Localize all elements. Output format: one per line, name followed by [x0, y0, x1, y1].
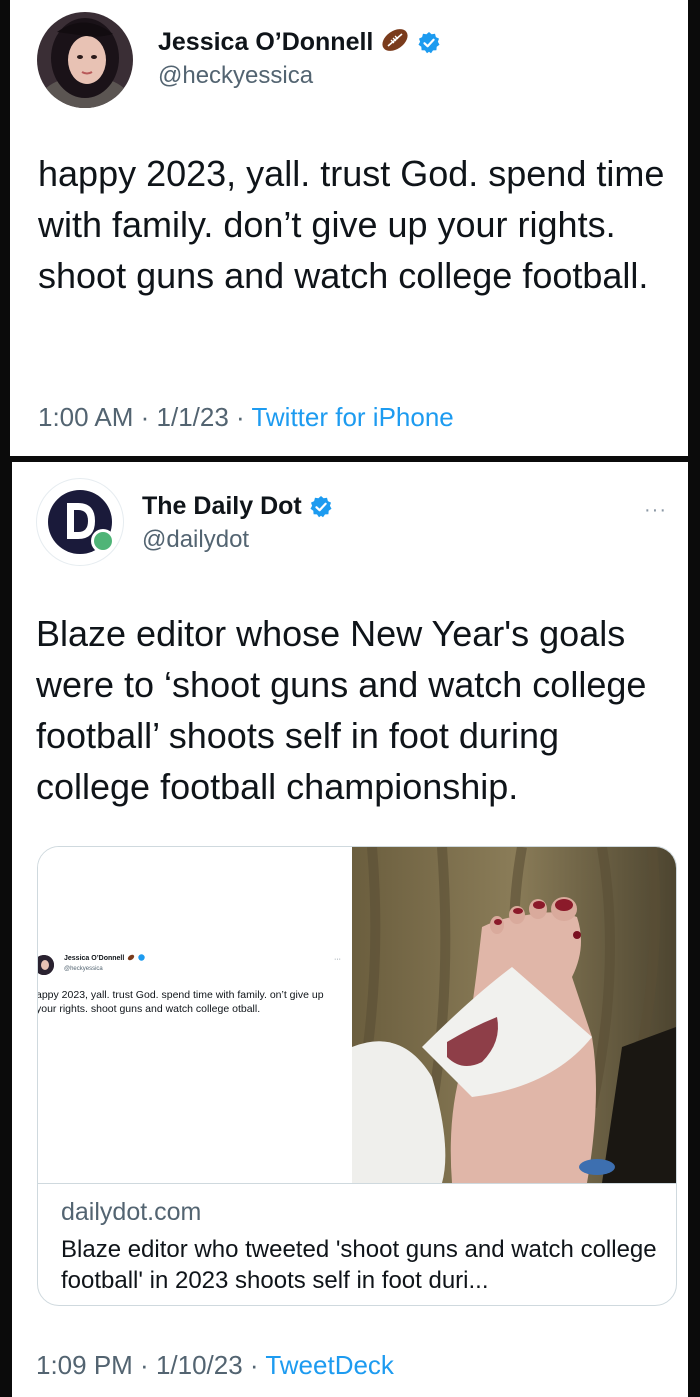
tweet-date[interactable]: 1/10/23	[156, 1350, 243, 1380]
card-info: dailydot.com Blaze editor who tweeted 's…	[38, 1183, 676, 1305]
tweet-text: Blaze editor whose New Year's goals were…	[36, 613, 647, 807]
tweet-time[interactable]: 1:09 PM	[36, 1350, 133, 1380]
card-title[interactable]: Blaze editor who tweeted 'shoot guns and…	[61, 1234, 661, 1296]
tweet-meta: 1:00 AM · 1/1/23 · Twitter for iPhone	[38, 402, 454, 433]
verified-badge-icon	[417, 31, 441, 55]
handle[interactable]: @heckyessica	[158, 62, 313, 90]
meta-sep: ·	[132, 1350, 156, 1380]
tweet-text: happy 2023, yall. trust God. spend time …	[38, 153, 665, 296]
tweet-source[interactable]: TweetDeck	[265, 1350, 394, 1380]
display-name[interactable]: Jessica O’Donnell	[158, 28, 373, 57]
mini-name-line: Jessica O’Donnell	[64, 954, 146, 963]
meta-sep: ·	[228, 402, 252, 432]
name-line: The Daily Dot	[142, 492, 333, 521]
link-card[interactable]: Jessica O’Donnell @heckyessica ··· appy …	[37, 846, 677, 1306]
card-photo-foot	[352, 847, 676, 1183]
tweet-time[interactable]: 1:00 AM	[38, 402, 133, 432]
tweet-date[interactable]: 1/1/23	[157, 402, 229, 432]
handle[interactable]: @dailydot	[142, 526, 249, 554]
football-icon	[127, 954, 135, 963]
card-domain[interactable]: dailydot.com	[61, 1198, 201, 1227]
meta-sep: ·	[242, 1350, 266, 1380]
name-line: Jessica O’Donnell	[158, 26, 441, 59]
mini-display-name: Jessica O’Donnell	[64, 955, 125, 962]
mini-tweet-text: appy 2023, yall. trust God. spend time w…	[37, 989, 324, 1015]
display-name[interactable]: The Daily Dot	[142, 492, 302, 521]
verified-badge-icon	[309, 495, 333, 519]
meta-sep: ·	[133, 402, 157, 432]
more-options-icon[interactable]: ···	[644, 500, 667, 520]
tweet-jessica: Jessica O’Donnell @heckyessica happy 202…	[10, 0, 688, 456]
card-thumbnail-screenshot: Jessica O’Donnell @heckyessica ··· appy …	[38, 847, 352, 1183]
tweet-dailydot: The Daily Dot @dailydot ··· Blaze editor…	[12, 462, 688, 1397]
mini-more-icon: ···	[334, 956, 341, 963]
football-icon	[380, 26, 410, 59]
mini-avatar	[38, 955, 54, 975]
dailydot-logo[interactable]	[36, 478, 124, 566]
tweet-source[interactable]: Twitter for iPhone	[251, 402, 453, 432]
verified-badge-icon	[138, 954, 146, 963]
mini-handle: @heckyessica	[64, 966, 103, 972]
avatar-jessica[interactable]	[37, 12, 133, 108]
tweet-meta: 1:09 PM · 1/10/23 · TweetDeck	[36, 1350, 394, 1381]
